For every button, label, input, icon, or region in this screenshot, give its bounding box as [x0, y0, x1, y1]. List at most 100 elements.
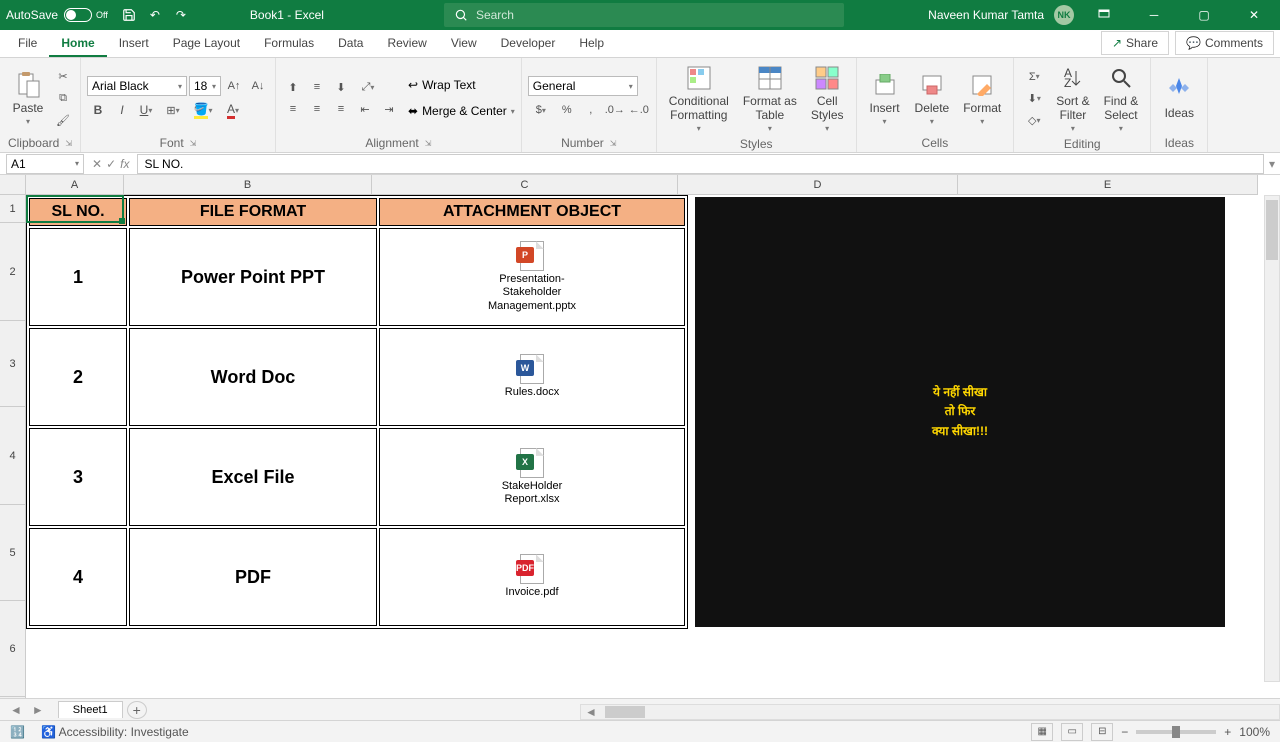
insert-cells-button[interactable]: Insert▾: [863, 62, 907, 134]
add-sheet-button[interactable]: +: [127, 701, 147, 719]
tab-insert[interactable]: Insert: [107, 31, 161, 57]
indent-increase-icon[interactable]: ⇥: [378, 99, 400, 119]
col-header-D[interactable]: D: [678, 175, 958, 194]
ideas-button[interactable]: Ideas: [1157, 62, 1201, 134]
autosum-icon[interactable]: Σ▾: [1020, 67, 1048, 87]
align-middle-icon[interactable]: ≡: [306, 77, 328, 97]
user-name[interactable]: Naveen Kumar Tamta: [928, 8, 1044, 22]
align-left-icon[interactable]: ≡: [282, 99, 304, 119]
row-header-1[interactable]: 1: [0, 195, 25, 223]
increase-decimal-icon[interactable]: .0→: [604, 100, 626, 120]
user-avatar[interactable]: NK: [1054, 5, 1074, 25]
save-icon[interactable]: [120, 6, 138, 24]
dialog-launcher-icon[interactable]: ⇲: [425, 139, 432, 148]
prev-sheet-icon[interactable]: ◄: [10, 703, 22, 717]
sheet-tab-sheet1[interactable]: Sheet1: [58, 701, 123, 718]
fill-icon[interactable]: ⬇▾: [1020, 89, 1048, 109]
format-cells-button[interactable]: Format▾: [957, 62, 1007, 134]
maximize-button[interactable]: ▢: [1184, 0, 1224, 30]
decrease-decimal-icon[interactable]: ←.0: [628, 100, 650, 120]
increase-font-icon[interactable]: A↑: [223, 76, 245, 96]
tab-view[interactable]: View: [439, 31, 489, 57]
expand-formula-icon[interactable]: ▾: [1264, 157, 1280, 171]
tab-data[interactable]: Data: [326, 31, 375, 57]
zoom-level[interactable]: 100%: [1239, 725, 1270, 739]
table-header[interactable]: SL NO.: [29, 198, 127, 226]
col-header-C[interactable]: C: [372, 175, 678, 194]
zoom-in-icon[interactable]: +: [1224, 725, 1231, 739]
grid[interactable]: SL NO.FILE FORMATATTACHMENT OBJECT 1Power…: [26, 195, 1280, 698]
italic-button[interactable]: I: [111, 100, 133, 120]
col-header-E[interactable]: E: [958, 175, 1258, 194]
font-name-select[interactable]: Arial Black▾: [87, 76, 187, 96]
sort-filter-button[interactable]: AZSort & Filter▾: [1050, 62, 1095, 135]
cell-attachment[interactable]: WRules.docx: [379, 328, 685, 426]
copy-icon[interactable]: ⧉: [52, 88, 74, 108]
conditional-formatting-button[interactable]: Conditional Formatting▾: [663, 62, 735, 135]
undo-icon[interactable]: ↶: [146, 6, 164, 24]
cell-attachment[interactable]: PDFInvoice.pdf: [379, 528, 685, 626]
decrease-font-icon[interactable]: A↓: [247, 76, 269, 96]
row-header-6[interactable]: 6: [0, 601, 25, 697]
formula-input[interactable]: SL NO.: [137, 154, 1264, 174]
row-header-2[interactable]: 2: [0, 223, 25, 321]
attachment-object[interactable]: PDFInvoice.pdf: [380, 554, 684, 599]
align-center-icon[interactable]: ≡: [306, 99, 328, 119]
zoom-slider[interactable]: [1136, 730, 1216, 734]
vertical-scrollbar[interactable]: [1264, 195, 1280, 682]
zoom-out-icon[interactable]: −: [1121, 725, 1128, 739]
tab-formulas[interactable]: Formulas: [252, 31, 326, 57]
cancel-formula-icon[interactable]: ✕: [92, 157, 102, 171]
comments-button[interactable]: 💬Comments: [1175, 31, 1274, 55]
cell-slno[interactable]: 2: [29, 328, 127, 426]
cell-attachment[interactable]: XStakeHolder Report.xlsx: [379, 428, 685, 526]
cell-attachment[interactable]: PPresentation- Stakeholder Management.pp…: [379, 228, 685, 326]
tab-review[interactable]: Review: [375, 31, 438, 57]
cell-format[interactable]: Power Point PPT: [129, 228, 377, 326]
fill-color-button[interactable]: 🪣▾: [189, 100, 217, 120]
clear-icon[interactable]: ◇▾: [1020, 111, 1048, 131]
cell-slno[interactable]: 1: [29, 228, 127, 326]
tab-page-layout[interactable]: Page Layout: [161, 31, 252, 57]
fx-icon[interactable]: fx: [120, 157, 129, 171]
comma-icon[interactable]: ,: [580, 100, 602, 120]
cell-styles-button[interactable]: Cell Styles▾: [805, 62, 850, 135]
wrap-text-button[interactable]: ↩Wrap Text: [408, 73, 515, 97]
tab-developer[interactable]: Developer: [489, 31, 568, 57]
bold-button[interactable]: B: [87, 100, 109, 120]
close-button[interactable]: ✕: [1234, 0, 1274, 30]
percent-icon[interactable]: %: [556, 100, 578, 120]
tab-home[interactable]: Home: [49, 31, 106, 57]
minimize-button[interactable]: ─: [1134, 0, 1174, 30]
autosave-toggle[interactable]: AutoSave Off: [6, 8, 108, 22]
row-header-4[interactable]: 4: [0, 407, 25, 505]
font-size-select[interactable]: 18▾: [189, 76, 221, 96]
tab-help[interactable]: Help: [567, 31, 616, 57]
font-color-button[interactable]: A▾: [219, 100, 247, 120]
align-top-icon[interactable]: ⬆: [282, 77, 304, 97]
name-box[interactable]: A1▾: [6, 154, 84, 174]
col-header-B[interactable]: B: [124, 175, 372, 194]
table-header[interactable]: ATTACHMENT OBJECT: [379, 198, 685, 226]
cell-slno[interactable]: 3: [29, 428, 127, 526]
horizontal-scrollbar[interactable]: ◄: [580, 704, 1280, 720]
align-right-icon[interactable]: ≡: [330, 99, 352, 119]
enter-formula-icon[interactable]: ✓: [106, 157, 116, 171]
search-input[interactable]: Search: [444, 3, 844, 27]
paste-button[interactable]: Paste▾: [6, 62, 50, 134]
redo-icon[interactable]: ↷: [172, 6, 190, 24]
dialog-launcher-icon[interactable]: ⇲: [610, 139, 617, 148]
ribbon-options-icon[interactable]: [1084, 0, 1124, 30]
table-header[interactable]: FILE FORMAT: [129, 198, 377, 226]
format-as-table-button[interactable]: Format as Table▾: [737, 62, 803, 135]
attachment-object[interactable]: PPresentation- Stakeholder Management.pp…: [380, 241, 684, 313]
orientation-icon[interactable]: ⤢▾: [354, 77, 382, 97]
underline-button[interactable]: U▾: [135, 100, 157, 120]
border-button[interactable]: ⊞▾: [159, 100, 187, 120]
currency-icon[interactable]: $▾: [528, 100, 554, 120]
normal-view-icon[interactable]: ▦: [1031, 723, 1053, 741]
select-all-corner[interactable]: [0, 175, 26, 195]
format-painter-icon[interactable]: 🖌: [52, 110, 74, 130]
cell-format[interactable]: Word Doc: [129, 328, 377, 426]
cell-format[interactable]: PDF: [129, 528, 377, 626]
